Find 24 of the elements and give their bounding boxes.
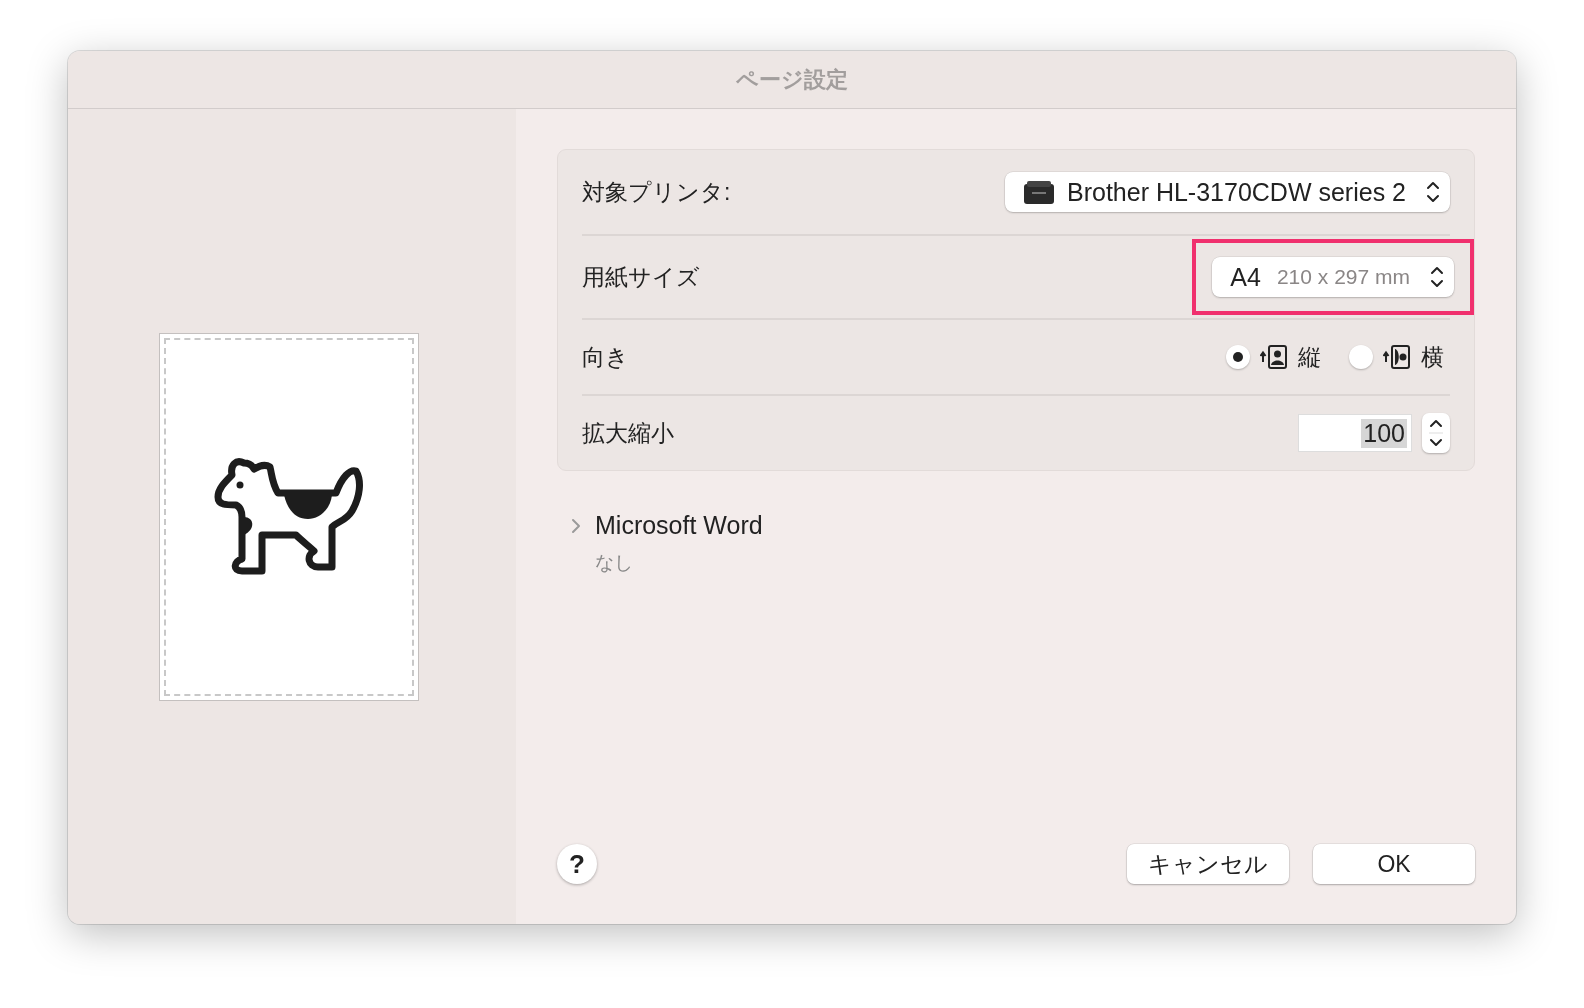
stepper-button[interactable] bbox=[1422, 413, 1450, 453]
section-subtitle: なし bbox=[595, 551, 634, 575]
window-title: ページ設定 bbox=[736, 65, 848, 94]
landscape-orientation-icon bbox=[1383, 344, 1411, 370]
radio-button[interactable] bbox=[1226, 345, 1250, 369]
popup-button[interactable]: A4 210 x 297 mm bbox=[1212, 257, 1454, 297]
popup-button[interactable]: Brother HL-3170CDW series 2 bbox=[1005, 172, 1450, 212]
section-title[interactable]: Microsoft Word bbox=[595, 511, 763, 540]
updown-chevron-icon bbox=[1426, 181, 1440, 203]
help-button[interactable]: ? bbox=[557, 844, 597, 884]
portrait-orientation-icon bbox=[1260, 344, 1288, 370]
setting-label: 向き bbox=[582, 342, 629, 372]
radio-label[interactable]: 縦 bbox=[1298, 341, 1321, 373]
setting-label: 拡大縮小 bbox=[582, 418, 674, 448]
setting-label: 対象プリンタ: bbox=[582, 177, 731, 207]
dialog-button[interactable]: キャンセル bbox=[1127, 844, 1289, 884]
setting-label: 用紙サイズ bbox=[582, 262, 700, 292]
updown-chevron-icon bbox=[1430, 266, 1444, 288]
printer-icon bbox=[1023, 179, 1055, 205]
radio-label[interactable]: 横 bbox=[1421, 341, 1444, 373]
radio-button[interactable] bbox=[1349, 345, 1373, 369]
scale-field[interactable]: 100 bbox=[1298, 414, 1412, 452]
updown-chevron-icon bbox=[1429, 419, 1443, 447]
dialog-button[interactable]: OK bbox=[1313, 844, 1475, 884]
